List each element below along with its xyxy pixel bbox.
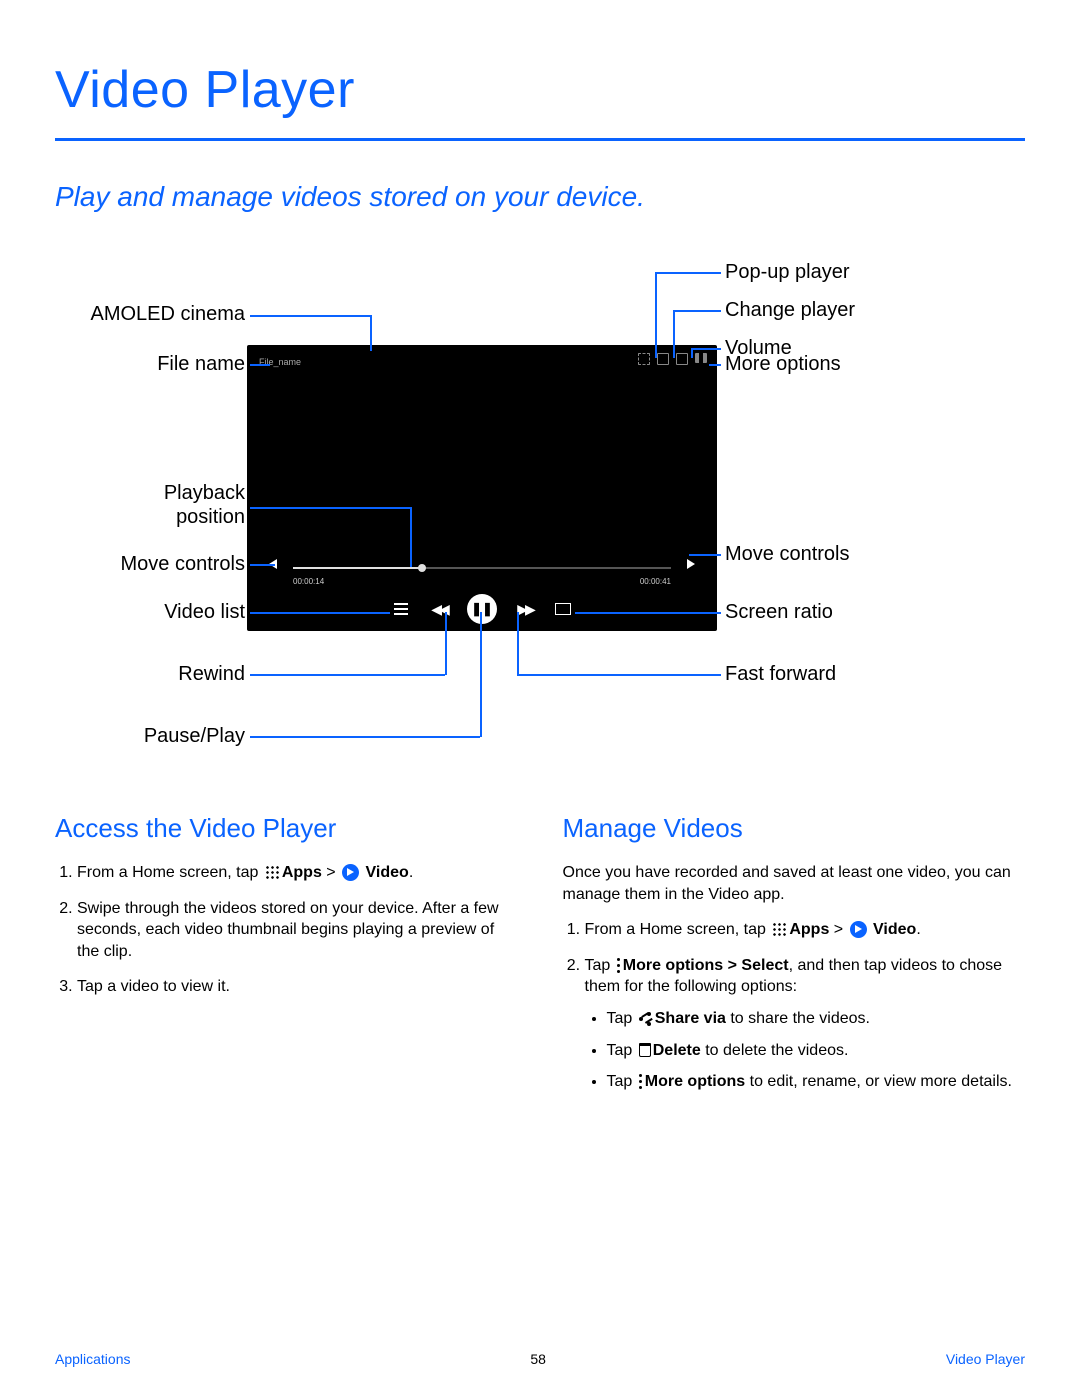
popup-icon: [638, 353, 650, 365]
page-title: Video Player: [55, 60, 1025, 120]
time-elapsed: 00:00:14: [293, 577, 324, 586]
access-step-1: From a Home screen, tap Apps > Video.: [77, 862, 518, 884]
label-playback: Playback position: [164, 481, 245, 529]
label-more-options: More options: [725, 353, 841, 376]
more-icon: [639, 1074, 643, 1089]
video-list-icon: [391, 599, 411, 619]
label-move-controls-right: Move controls: [725, 543, 850, 566]
screen-ratio-icon: [553, 599, 573, 619]
label-fast-forward: Fast forward: [725, 663, 836, 686]
apps-icon: [772, 922, 787, 937]
pause-play-icon: ❚❚: [467, 594, 497, 624]
access-step-3: Tap a video to view it.: [77, 976, 518, 998]
label-pause-play: Pause/Play: [144, 725, 245, 748]
progress-bar: 00:00:14 00:00:41: [293, 563, 671, 573]
label-video-list: Video list: [164, 601, 245, 624]
footer-left: Applications: [55, 1351, 131, 1367]
share-icon: [639, 1012, 653, 1026]
more-icon: [617, 958, 621, 973]
title-rule: [55, 138, 1025, 141]
move-right-icon: [687, 559, 695, 569]
more-options-icon: [695, 353, 707, 363]
page-subtitle: Play and manage videos stored on your de…: [55, 181, 1025, 213]
label-popup: Pop-up player: [725, 261, 850, 284]
time-total: 00:00:41: [640, 577, 671, 586]
label-rewind: Rewind: [178, 663, 245, 686]
label-amoled: AMOLED cinema: [91, 303, 246, 326]
manage-intro: Once you have recorded and saved at leas…: [563, 862, 1026, 905]
apps-icon: [265, 865, 280, 880]
delete-icon: [639, 1043, 651, 1057]
label-screen-ratio: Screen ratio: [725, 601, 833, 624]
label-change-player: Change player: [725, 299, 855, 322]
controls-row: ◀◀ ❚❚ ▶▶: [247, 591, 717, 627]
footer-page: 58: [530, 1351, 546, 1367]
video-icon: [850, 921, 867, 938]
label-move-controls-left: Move controls: [121, 553, 246, 576]
section-manage: Manage Videos Once you have recorded and…: [563, 813, 1026, 1107]
access-step-2: Swipe through the videos stored on your …: [77, 898, 518, 963]
label-filename: File name: [157, 353, 245, 376]
footer-right: Video Player: [946, 1351, 1025, 1367]
access-title: Access the Video Player: [55, 813, 518, 844]
manage-title: Manage Videos: [563, 813, 1026, 844]
player-diagram: File_name 00:00:14 00:00:41: [55, 243, 1025, 773]
section-access: Access the Video Player From a Home scre…: [55, 813, 518, 1107]
manage-bullet-more: Tap More options to edit, rename, or vie…: [607, 1071, 1026, 1093]
manage-bullet-share: Tap Share via to share the videos.: [607, 1008, 1026, 1030]
manage-step-1: From a Home screen, tap Apps > Video.: [585, 919, 1026, 941]
change-player-icon: [657, 353, 669, 365]
video-icon: [342, 864, 359, 881]
volume-icon: [676, 353, 688, 365]
manage-step-2: Tap More options > Select, and then tap …: [585, 955, 1026, 1093]
manage-bullet-delete: Tap Delete to delete the videos.: [607, 1040, 1026, 1062]
player-filename-text: File_name: [247, 357, 301, 367]
page-footer: Applications 58 Video Player: [55, 1351, 1025, 1367]
player-mock: File_name 00:00:14 00:00:41: [247, 345, 717, 631]
